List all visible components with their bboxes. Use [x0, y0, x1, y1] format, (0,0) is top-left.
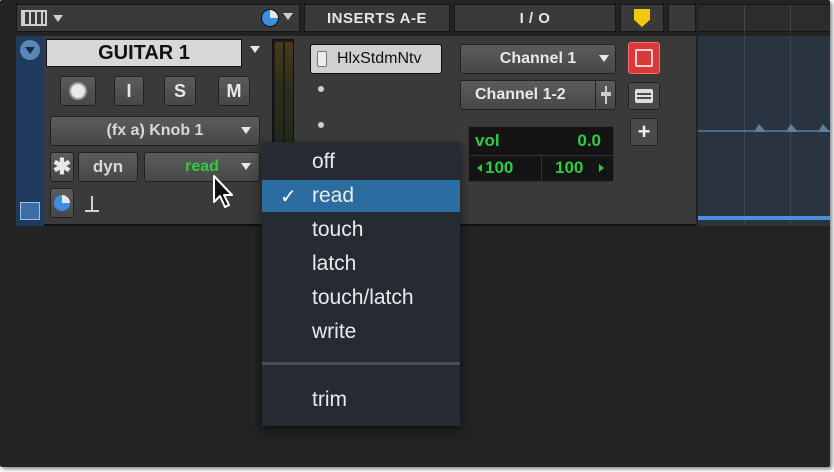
- track-color-bar: [16, 36, 44, 226]
- output-select[interactable]: Channel 1-2: [460, 80, 616, 110]
- breakpoint-icon[interactable]: [818, 124, 830, 132]
- insert-bypass-dot-icon[interactable]: [317, 51, 327, 67]
- add-button[interactable]: +: [630, 118, 658, 146]
- menu-item-touch[interactable]: touch: [262, 214, 460, 246]
- insert-empty-dot-icon: [318, 122, 324, 128]
- automation-target-label: (fx a) Knob 1: [106, 122, 204, 139]
- selection-bar: [698, 216, 830, 220]
- clock-icon: [54, 195, 70, 211]
- io-header-label: I / O: [519, 9, 551, 27]
- solo-button[interactable]: S: [164, 76, 196, 106]
- asterisk-icon: ✱: [52, 154, 72, 179]
- track-header-bar: [16, 4, 300, 32]
- io-column-header[interactable]: I / O: [454, 4, 616, 32]
- breakpoint-icon[interactable]: [754, 124, 766, 132]
- menu-item-label: touch: [312, 218, 364, 241]
- chevron-down-icon: [599, 55, 609, 62]
- pan-left-arrow-icon: [477, 164, 482, 172]
- input-monitor-button[interactable]: I: [114, 76, 144, 106]
- menu-item-label: touch/latch: [312, 286, 414, 309]
- menu-item-label: off: [312, 150, 335, 173]
- record-enable-button[interactable]: [60, 76, 96, 106]
- input-label: I: [126, 80, 132, 101]
- insert-slot-a[interactable]: HlxStdmNtv: [310, 44, 442, 74]
- inserts-column-header[interactable]: INSERTS A-E: [304, 4, 450, 32]
- menu-separator: [262, 362, 460, 365]
- marker-shield-icon: [634, 9, 650, 27]
- plus-icon: +: [637, 119, 651, 144]
- record-square-icon: [635, 49, 653, 67]
- automation-mode-menu: off ✓ read touch latch touch/latch write…: [262, 142, 460, 426]
- columns-icon[interactable]: [21, 10, 47, 26]
- comments-button[interactable]: [628, 82, 660, 110]
- solo-label: S: [173, 80, 186, 101]
- menu-item-label: write: [312, 320, 357, 343]
- comment-icon: [635, 89, 653, 103]
- insert-slot-b[interactable]: [314, 82, 440, 106]
- chevron-down-icon: [241, 127, 251, 134]
- insert-a-label: HlxStdmNtv: [337, 50, 422, 67]
- mute-button[interactable]: M: [218, 76, 250, 106]
- tuning-fork-icon[interactable]: [84, 196, 100, 214]
- track-name-menu-icon[interactable]: [250, 46, 260, 53]
- record-dot-icon: [69, 82, 87, 100]
- vol-pan-display[interactable]: vol 0.0 100 100: [468, 126, 615, 183]
- header-spacer: [668, 4, 696, 32]
- inserts-header-label: INSERTS A-E: [327, 9, 427, 27]
- mouse-pointer-icon: [213, 175, 233, 208]
- asterisk-button[interactable]: ✱: [50, 152, 74, 182]
- level-meter: [272, 39, 294, 159]
- mute-label: M: [226, 80, 242, 101]
- timebase-clock-icon[interactable]: [261, 9, 279, 27]
- dyn-label: dyn: [92, 157, 124, 176]
- record-arm-button[interactable]: [628, 42, 660, 74]
- input-label: Channel 1: [499, 50, 577, 67]
- track-options-icon[interactable]: [20, 40, 40, 60]
- marker-column-header[interactable]: [620, 4, 664, 32]
- menu-item-touch-latch[interactable]: touch/latch: [262, 282, 460, 314]
- automation-target-select[interactable]: (fx a) Knob 1: [50, 116, 260, 146]
- menu-item-off[interactable]: off: [262, 146, 460, 178]
- pan-right-arrow-icon: [599, 164, 604, 172]
- insert-slot-c[interactable]: [314, 116, 440, 140]
- output-label: Channel 1-2: [475, 86, 566, 103]
- automation-mode-select[interactable]: read: [144, 152, 260, 182]
- timebase-button[interactable]: [50, 188, 74, 218]
- menu-item-write[interactable]: write: [262, 316, 460, 348]
- track-type-icon: [20, 202, 40, 220]
- timeline-ruler[interactable]: [698, 4, 830, 33]
- menu-item-trim[interactable]: trim: [262, 384, 460, 416]
- pan-left-value: 100: [485, 158, 514, 177]
- menu-item-label: trim: [312, 388, 347, 411]
- vol-label: vol: [475, 131, 500, 150]
- menu-item-label: read: [312, 184, 355, 207]
- pan-right-value: 100: [555, 158, 584, 177]
- breakpoint-icon[interactable]: [786, 124, 798, 132]
- input-select[interactable]: Channel 1: [460, 44, 616, 74]
- track-name: GUITAR 1: [98, 41, 190, 64]
- insert-empty-dot-icon: [318, 86, 324, 92]
- dyn-button[interactable]: dyn: [78, 152, 138, 182]
- checkmark-icon: ✓: [280, 186, 297, 208]
- output-fader-icon[interactable]: [595, 81, 615, 109]
- chevron-down-icon[interactable]: [283, 13, 293, 20]
- vol-value: 0.0: [577, 131, 601, 150]
- menu-item-read[interactable]: ✓ read: [262, 180, 460, 212]
- menu-item-label: latch: [312, 252, 357, 275]
- menu-item-latch[interactable]: latch: [262, 248, 460, 280]
- pro-tools-edit-window: INSERTS A-E I / O GUITAR 1 I S M (fx a) …: [0, 0, 830, 467]
- chevron-down-icon: [241, 163, 251, 170]
- track-name-field[interactable]: GUITAR 1: [46, 39, 242, 67]
- timeline-track-area[interactable]: [698, 36, 830, 226]
- chevron-down-icon[interactable]: [53, 14, 63, 22]
